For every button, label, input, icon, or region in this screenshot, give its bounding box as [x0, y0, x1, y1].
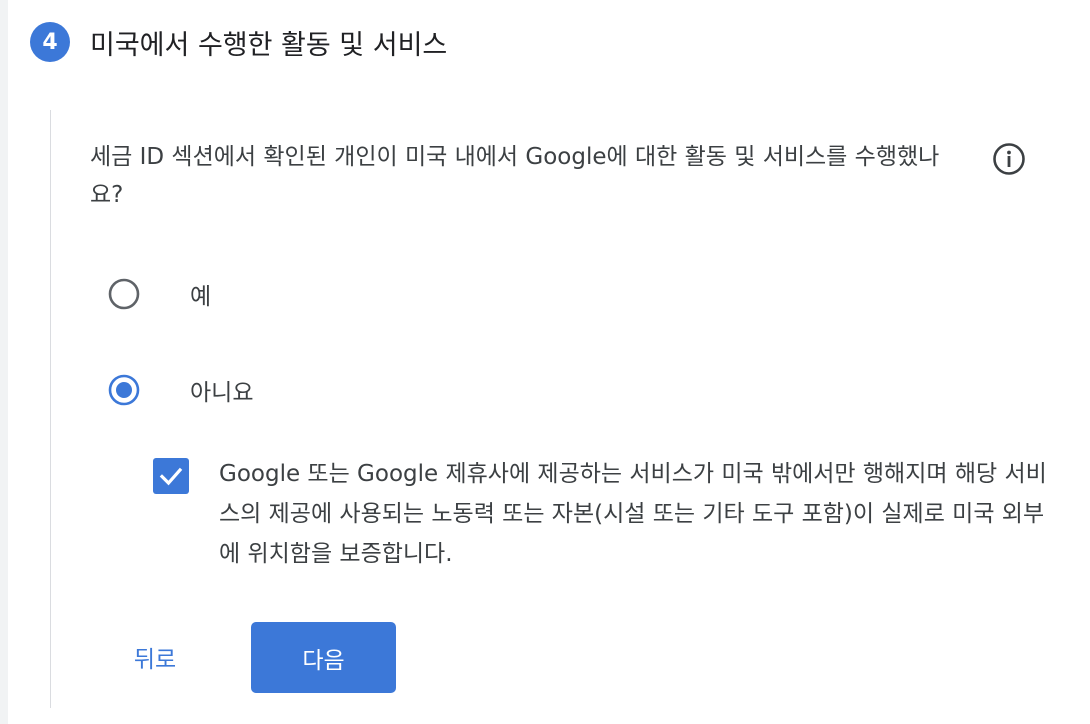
step-card: 4 미국에서 수행한 활동 및 서비스 세금 ID 섹션에서 확인된 개인이 미…: [0, 0, 1090, 724]
info-icon[interactable]: [992, 142, 1026, 176]
left-edge: [0, 0, 8, 724]
step-connector-line: [50, 110, 51, 708]
radio-unselected-icon[interactable]: [108, 278, 140, 310]
radio-label-yes: 예: [190, 284, 212, 310]
next-button[interactable]: 다음: [251, 622, 396, 693]
radio-option-yes[interactable]: 예: [108, 277, 211, 311]
page: 4 미국에서 수행한 활동 및 서비스 세금 ID 섹션에서 확인된 개인이 미…: [0, 0, 1090, 724]
question-text: 세금 ID 섹션에서 확인된 개인이 미국 내에서 Google에 대한 활동 …: [90, 144, 940, 208]
back-button[interactable]: 뒤로: [120, 624, 190, 690]
certification-checkbox-row[interactable]: Google 또는 Google 제휴사에 제공하는 서비스가 미국 밖에서만 …: [153, 458, 1059, 574]
step-header: 4 미국에서 수행한 활동 및 서비스: [30, 22, 447, 62]
step-title: 미국에서 수행한 활동 및 서비스: [90, 29, 448, 61]
radio-label-no: 아니요: [190, 380, 254, 406]
radio-option-no[interactable]: 아니요: [108, 373, 253, 407]
certification-text: Google 또는 Google 제휴사에 제공하는 서비스가 미국 밖에서만 …: [219, 461, 1047, 567]
checkbox-checked-icon[interactable]: [153, 458, 189, 494]
radio-selected-icon[interactable]: [108, 374, 140, 406]
step-number-badge: 4: [30, 22, 70, 62]
